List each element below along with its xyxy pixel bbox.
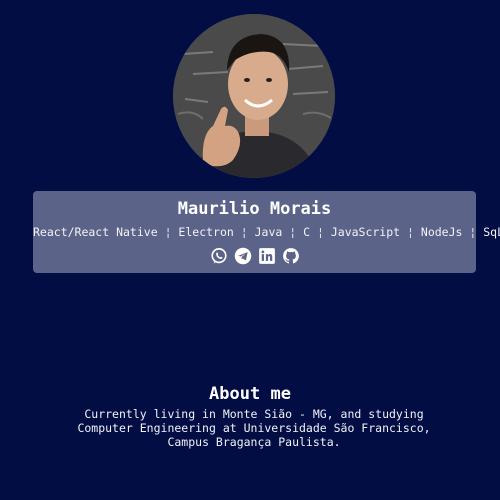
- github-link[interactable]: [282, 247, 300, 265]
- skill-separator: ¦: [289, 225, 304, 239]
- linkedin-link[interactable]: [258, 247, 276, 265]
- skill-nodejs: NodeJs: [420, 225, 463, 239]
- linkedin-icon: [258, 248, 275, 264]
- profile-card: Maurilio Morais React/React Native ¦ Ele…: [33, 191, 500, 273]
- skill-sqlite: SqLite: [483, 225, 500, 239]
- avatar-photo: [173, 14, 335, 178]
- telegram-icon: [234, 247, 251, 265]
- skill-separator: ¦: [316, 225, 331, 239]
- skill-java: Java: [254, 225, 283, 239]
- github-icon: [282, 248, 299, 264]
- skill-separator: ¦: [240, 225, 255, 239]
- skill-separator: ¦: [164, 225, 179, 239]
- skill-separator: ¦: [407, 225, 421, 239]
- skill-electron: Electron: [178, 225, 234, 239]
- skill-javascript: JavaScript: [330, 225, 401, 239]
- skills-list: React/React Native ¦ Electron ¦ Java ¦ C…: [33, 225, 500, 239]
- skill-separator: ¦: [469, 225, 484, 239]
- whatsapp-link[interactable]: [210, 247, 228, 265]
- profile-name: Maurilio Morais: [177, 199, 332, 219]
- about-text: Currently living in Monte Sião - MG, and…: [77, 407, 431, 449]
- page: Maurilio Morais React/React Native ¦ Ele…: [0, 0, 500, 500]
- about-title: About me: [209, 384, 291, 404]
- whatsapp-icon: [210, 248, 227, 264]
- avatar: [173, 14, 335, 178]
- skill-react: React/React Native: [33, 225, 158, 239]
- skill-c: C: [303, 225, 311, 239]
- telegram-link[interactable]: [234, 247, 252, 265]
- social-links: [33, 247, 476, 265]
